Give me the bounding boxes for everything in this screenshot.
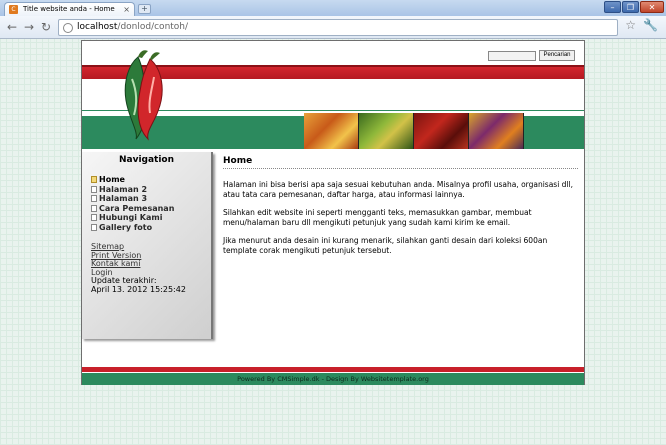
sidebar-item-cara-pemesanan[interactable]: Cara Pemesanan xyxy=(91,204,202,214)
wrench-menu-icon[interactable]: 🔧 xyxy=(643,18,658,32)
sidebar-links: Sitemap Print Version Kontak kami Login … xyxy=(91,242,202,294)
tab-title: Title website anda - Home xyxy=(23,5,115,13)
content-paragraph: Jika menurut anda desain ini kurang mena… xyxy=(223,236,548,255)
window-controls: – ❐ ✕ xyxy=(604,1,664,13)
maximize-button[interactable]: ❐ xyxy=(622,1,639,13)
page-info-icon xyxy=(63,23,73,33)
mixed-peppers-photo xyxy=(469,113,524,149)
sidebar-item-halaman-3[interactable]: Halaman 3 xyxy=(91,194,202,204)
search-input[interactable] xyxy=(488,51,536,61)
favicon-icon: C xyxy=(9,5,18,14)
sidebar-item-halaman-2[interactable]: Halaman 2 xyxy=(91,185,202,195)
footer-red-band xyxy=(82,367,584,372)
footer: Powered By CMSimple.dk - Design By Websi… xyxy=(82,373,584,385)
new-tab-button[interactable]: + xyxy=(138,4,151,14)
web-page: Pencarian Navigation Home Halaman 2 Hala… xyxy=(81,40,585,385)
sidebar: Navigation Home Halaman 2 Halaman 3 Cara… xyxy=(82,152,213,339)
reload-icon[interactable]: ↻ xyxy=(38,19,54,35)
peppers-photo xyxy=(304,113,359,149)
sidebar-title: Navigation xyxy=(118,155,175,165)
page-icon xyxy=(91,185,97,193)
content-paragraph: Silahkan edit website ini seperti mengga… xyxy=(223,208,532,227)
back-icon[interactable]: ← xyxy=(4,19,20,35)
sidebar-item-home[interactable]: Home xyxy=(91,175,202,185)
minimize-button[interactable]: – xyxy=(604,1,621,13)
header-photo-strip xyxy=(304,113,524,149)
sidebar-item-gallery-foto[interactable]: Gallery foto xyxy=(91,223,202,233)
browser-titlebar: C Title website anda - Home × + – ❐ ✕ xyxy=(0,0,666,16)
red-chilies-photo xyxy=(414,113,469,149)
sidebar-item-hubungi-kami[interactable]: Hubungi Kami xyxy=(91,213,202,223)
chili-logo xyxy=(124,50,163,141)
browser-tab[interactable]: C Title website anda - Home × xyxy=(4,2,135,16)
page-title: Home xyxy=(223,156,578,169)
page-icon xyxy=(91,223,97,231)
update-time: April 13. 2012 15:25:42 xyxy=(91,284,186,294)
green-peppers-photo xyxy=(359,113,414,149)
close-button[interactable]: ✕ xyxy=(640,1,664,13)
site-header: Pencarian xyxy=(82,41,584,152)
page-icon xyxy=(91,214,97,222)
page-icon xyxy=(91,195,97,203)
forward-icon[interactable]: → xyxy=(21,19,37,35)
tab-close-icon[interactable]: × xyxy=(123,3,130,16)
content-paragraph: Halaman ini bisa berisi apa saja sesuai … xyxy=(223,180,573,199)
bookmark-star-icon[interactable]: ☆ xyxy=(625,18,636,32)
address-bar[interactable]: localhost/donlod/contoh/ xyxy=(58,19,618,36)
main-content: Home Halaman ini bisa berisi apa saja se… xyxy=(223,156,578,264)
browser-toolbar: ← → ↻ localhost/donlod/contoh/ ☆ 🔧 xyxy=(0,16,666,39)
address-url[interactable]: localhost/donlod/contoh/ xyxy=(77,22,188,32)
page-icon xyxy=(91,176,97,184)
search-button[interactable]: Pencarian xyxy=(539,50,575,61)
page-icon xyxy=(91,204,97,212)
